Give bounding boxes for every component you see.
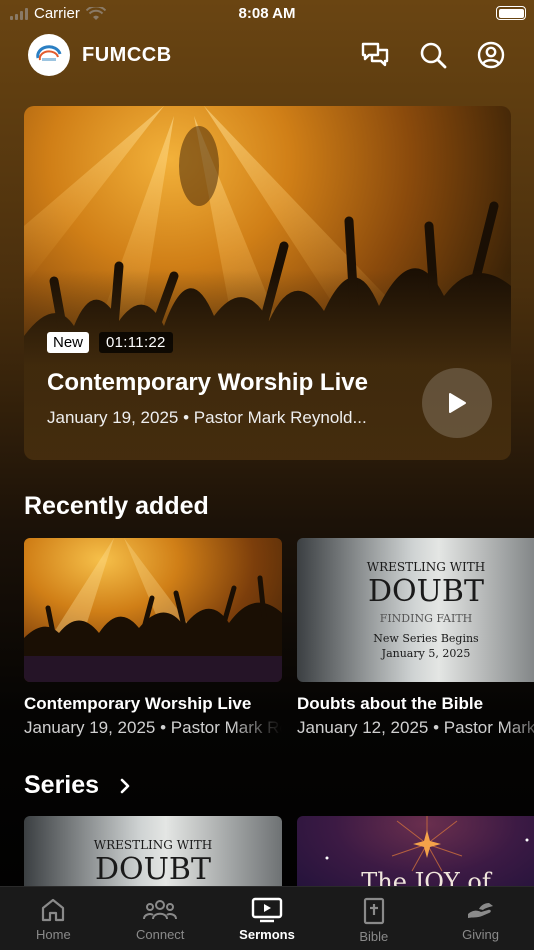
video-icon — [251, 897, 283, 923]
tab-home[interactable]: Home — [0, 887, 107, 950]
doubt-line4: New Series Begins — [373, 632, 479, 645]
hero-meta: January 19, 2025 • Pastor Mark Reynold..… — [47, 408, 367, 427]
tab-connect[interactable]: Connect — [107, 887, 214, 950]
tab-bible[interactable]: Bible — [320, 887, 427, 950]
tab-label: Bible — [359, 929, 389, 944]
card-title: Contemporary Worship Live — [24, 694, 252, 713]
doubt-line2: DOUBT — [368, 574, 484, 609]
bottom-tab-bar: Home Connect Sermons Bible Giving — [0, 886, 534, 950]
status-time: 8:08 AM — [238, 5, 296, 22]
card-title: Doubts about the Bible — [297, 694, 484, 713]
status-bar: Carrier 8:08 AM — [0, 0, 534, 30]
new-badge: New — [47, 332, 90, 353]
doubt-thumbnail: WRESTLING WITH DOUBT FINDING FAITH New S… — [297, 538, 534, 682]
duration-badge: 01:11:22 — [99, 332, 173, 353]
series-heading[interactable]: Series — [24, 771, 131, 800]
logo-icon — [36, 45, 62, 61]
worship-thumbnail — [24, 538, 282, 682]
search-icon[interactable] — [418, 40, 448, 70]
card-meta: January 12, 2025 • Pastor Mark Reynolds — [297, 718, 534, 737]
play-icon — [449, 393, 466, 413]
play-button[interactable] — [422, 368, 492, 438]
featured-sermon-card[interactable]: New 01:11:22 Contemporary Worship Live J… — [24, 106, 511, 460]
account-icon[interactable] — [476, 40, 506, 70]
battery-icon — [496, 6, 526, 20]
doubt-line5: January 5, 2025 — [381, 647, 471, 660]
hero-badges: New 01:11:22 — [47, 332, 173, 353]
hero-title: Contemporary Worship Live — [47, 369, 368, 396]
series-card-doubt[interactable]: WRESTLING WITH DOUBT — [24, 816, 282, 896]
series-doubt-line2: DOUBT — [95, 852, 211, 887]
chevron-right-icon — [120, 778, 130, 793]
doubt-line1: WRESTLING WITH — [366, 560, 486, 574]
series-label: Series — [24, 771, 100, 799]
tab-label: Giving — [462, 927, 500, 942]
series-doubt-line1: WRESTLING WITH — [93, 838, 213, 852]
tab-label: Sermons — [239, 927, 295, 942]
home-icon — [42, 898, 65, 922]
recently-added-heading: Recently added — [24, 492, 209, 520]
people-icon — [143, 900, 178, 920]
church-logo[interactable] — [28, 34, 70, 76]
series-card-joy[interactable]: The JOY of — [297, 816, 534, 896]
tab-sermons[interactable]: Sermons — [214, 887, 321, 950]
header-actions — [360, 40, 506, 70]
bible-icon — [363, 897, 384, 925]
recent-card-doubt[interactable]: WRESTLING WITH DOUBT FINDING FAITH New S… — [297, 538, 534, 738]
recent-card-worship[interactable]: Contemporary Worship Live January 19, 20… — [24, 538, 282, 738]
card-meta: January 19, 2025 • Pastor Mark Reynolds — [24, 718, 282, 737]
doubt-line3: FINDING FAITH — [379, 612, 473, 625]
chat-icon[interactable] — [360, 40, 390, 70]
app-title: FUMCCB — [82, 43, 172, 66]
tab-label: Connect — [135, 927, 185, 942]
giving-icon — [467, 903, 493, 918]
tab-label: Home — [36, 927, 71, 942]
app-header: FUMCCB — [28, 34, 506, 76]
tab-giving[interactable]: Giving — [427, 887, 534, 950]
